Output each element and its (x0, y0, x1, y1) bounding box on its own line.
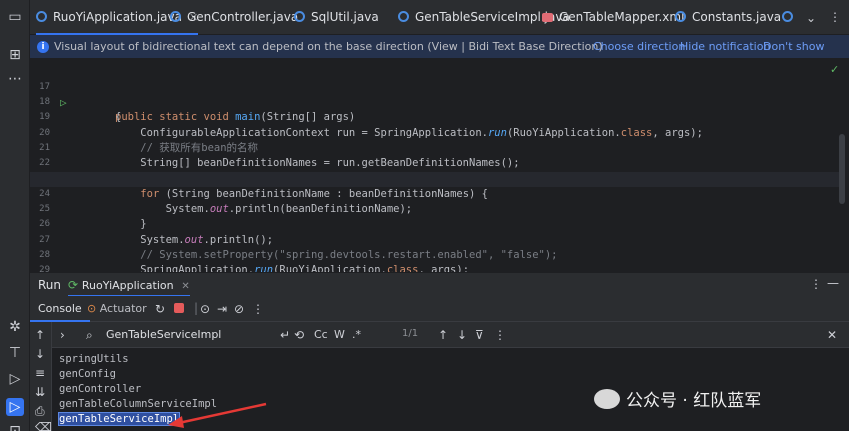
minimize-icon[interactable]: — (827, 276, 839, 290)
exit-icon[interactable]: ⇥ (217, 302, 227, 316)
search-icon: ⌕ (86, 328, 93, 342)
code-line: 18 { (30, 80, 840, 123)
code-line: 22 // 打印所有bean的名称 (30, 141, 840, 184)
debug-icon[interactable]: ✲ (6, 318, 24, 336)
run-toolbar: Console ⊙ Actuator ↻ | ⊙ ⇥ ⊘ ⋮ (30, 296, 849, 322)
run-title: Run (38, 278, 62, 292)
run-config-tab[interactable]: ⟳ RuoYiApplication ✕ (68, 273, 190, 297)
code-line: 21 String[] beanDefinitionNames = run.ge… (30, 126, 840, 169)
xml-file-icon (542, 13, 553, 22)
java-class-icon (675, 11, 686, 22)
notification-bar: i Visual layout of bidirectional text ca… (30, 35, 849, 76)
output-line: genConfig (59, 368, 116, 380)
notification-message: Visual layout of bidirectional text can … (54, 40, 603, 53)
hammer-icon[interactable]: ⊤ (6, 344, 24, 362)
terminal-icon[interactable]: ⊡ (6, 422, 24, 431)
watermark: 公众号 · 红队蓝军 (594, 386, 761, 411)
hide-notification-link[interactable]: Hide notification (680, 35, 770, 58)
java-class-icon (36, 11, 47, 22)
code-line: 17 ▷ public static void main(String[] ar… (30, 65, 840, 124)
tab-constants[interactable]: Constants.java (675, 0, 781, 35)
run-icon[interactable]: ▷ (6, 398, 24, 416)
match-count: 1/1 (402, 328, 419, 339)
more-vertical-icon[interactable]: ⋮ (829, 10, 841, 24)
code-text: SpringApplication.run(RuoYiApplication.c… (115, 264, 470, 272)
editor-tab-bar: RuoYiApplication.java ✕ GenController.jav… (30, 0, 849, 35)
close-icon[interactable]: ✕ (827, 328, 837, 342)
chevron-right-icon[interactable]: › (60, 328, 65, 342)
more-vertical-icon[interactable]: ⋮ (810, 277, 822, 291)
tab-console[interactable]: Console (30, 296, 90, 322)
whole-word-toggle[interactable]: W (334, 328, 345, 341)
close-icon[interactable]: ✕ (181, 281, 189, 292)
wechat-logo-icon (594, 389, 620, 409)
code-line: 28 SpringApplication.run(RuoYiApplicatio… (30, 233, 840, 272)
left-tool-strip: ▭ ⊞ ⋯ ✲ ⊤ ▷ ▷ ⊡ (0, 0, 30, 431)
arrow-down-icon[interactable]: ↓ (35, 347, 45, 361)
print-icon[interactable]: ⎙ (35, 404, 45, 418)
rerun-icon[interactable]: ↻ (155, 302, 165, 316)
console-side-actions: ↑ ↓ ≡ ⇊ ⎙ ⌫ (30, 322, 52, 431)
tab-actuator[interactable]: ⊙ Actuator (87, 302, 147, 315)
trash-icon[interactable]: ⌫ (35, 420, 52, 431)
java-class-icon (398, 11, 409, 22)
info-icon: i (37, 41, 49, 53)
annotation-arrow (168, 402, 267, 428)
java-class-icon (170, 11, 181, 22)
tab-sql-util[interactable]: SqlUtil.java (294, 0, 379, 35)
structure-icon[interactable]: ⊞ (6, 46, 24, 64)
previous-match-icon[interactable]: ↑ (438, 328, 448, 342)
match-case-toggle[interactable]: Cc (314, 328, 328, 341)
code-line-current: 24 System.out.println(beanDefinitionName… (30, 171, 840, 215)
search-input[interactable]: GenTableServiceImpl (106, 328, 221, 341)
inspection-ok-icon[interactable]: ✓ (830, 63, 839, 76)
tab-gen-controller[interactable]: GenController.java (170, 0, 298, 35)
camera-icon[interactable]: ⊙ (200, 302, 210, 316)
new-line-icon[interactable]: ↵ (280, 328, 290, 342)
tab-gen-table-mapper-xml[interactable]: GenTableMapper.xml (542, 0, 684, 35)
code-line: 25 } (30, 187, 840, 230)
project-folder-icon[interactable]: ▭ (6, 8, 24, 26)
more-vertical-icon[interactable]: ⋮ (252, 302, 264, 316)
code-line: 19 ConfigurableApplicationContext run = … (30, 95, 840, 138)
services-icon[interactable]: ▷ (6, 370, 24, 388)
java-class-icon (294, 11, 305, 22)
output-line: genController (59, 383, 142, 395)
editor-scrollbar[interactable] (839, 134, 845, 204)
spring-boot-icon: ⟳ (68, 278, 79, 292)
tab-overflow[interactable] (782, 0, 799, 35)
choose-direction-link[interactable]: Choose direction (593, 35, 685, 58)
code-line: 23 for (String beanDefinitionName : bean… (30, 156, 840, 200)
more-vertical-icon[interactable]: ⋮ (494, 328, 506, 342)
output-line: springUtils (59, 353, 129, 365)
code-line: 29 System.out.println("(♥◠‿◠)ﾉﾞ 若依启动成功 ლ… (39, 265, 50, 272)
soft-wrap-icon[interactable]: ≡ (35, 366, 45, 380)
run-tool-window-header: Run ⟳ RuoYiApplication ✕ ⋮ — (30, 272, 849, 297)
arrow-up-icon[interactable]: ↑ (35, 328, 45, 342)
regex-toggle[interactable]: .* (352, 328, 361, 341)
code-line: 27 // System.setProperty("spring.devtool… (30, 218, 840, 261)
next-match-icon[interactable]: ↓ (457, 328, 467, 342)
code-line: 26 System.out.println(); (30, 202, 840, 245)
filter-icon[interactable]: ⊽ (475, 328, 484, 342)
chevron-down-icon[interactable]: ⌄ (806, 11, 816, 25)
settings-icon[interactable]: ⊘ (234, 302, 244, 316)
toolbar-separator: | (194, 301, 199, 315)
more-tools-icon[interactable]: ⋯ (6, 70, 24, 88)
code-editor[interactable]: 17 ▷ public static void main(String[] ar… (30, 59, 849, 272)
console-output[interactable]: springUtils genConfig genController genT… (52, 348, 849, 431)
scroll-to-end-icon[interactable]: ⇊ (35, 385, 45, 399)
java-class-icon (782, 11, 793, 22)
actuator-icon: ⊙ (87, 302, 97, 315)
history-icon[interactable]: ⟲ (294, 328, 304, 342)
code-line: 20 // 获取所有bean的名称 (30, 110, 840, 154)
console-search-bar: › ⌕ GenTableServiceImpl ↵ ⟲ Cc W .* 1/1 … (52, 322, 849, 348)
stop-icon[interactable] (174, 303, 184, 313)
